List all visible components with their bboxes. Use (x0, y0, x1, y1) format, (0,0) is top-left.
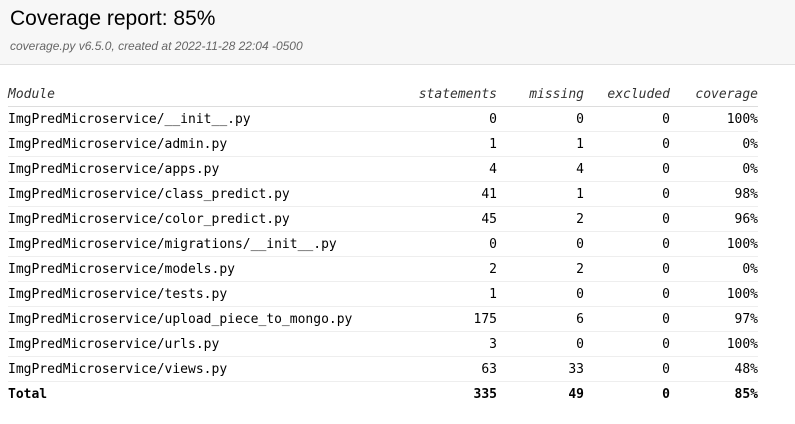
total-missing: 49 (497, 381, 584, 406)
missing-cell: 6 (497, 306, 584, 332)
excluded-cell: 0 (584, 356, 670, 382)
excluded-cell: 0 (584, 181, 670, 207)
excluded-cell: 0 (584, 306, 670, 332)
table-row[interactable]: ImgPredMicroservice/admin.py 1 1 0 0% (8, 131, 758, 157)
module-link[interactable]: ImgPredMicroservice/models.py (8, 256, 408, 282)
statements-cell: 45 (408, 206, 497, 232)
total-label: Total (8, 381, 408, 406)
coverage-cell: 100% (670, 231, 758, 257)
module-link[interactable]: ImgPredMicroservice/migrations/__init__.… (8, 231, 408, 257)
excluded-cell: 0 (584, 106, 670, 132)
table-row[interactable]: ImgPredMicroservice/urls.py 3 0 0 100% (8, 331, 758, 357)
coverage-cell: 0% (670, 256, 758, 282)
column-header-excluded[interactable]: excluded (584, 82, 670, 107)
statements-cell: 1 (408, 131, 497, 157)
column-header-coverage[interactable]: coverage (670, 82, 758, 107)
statements-cell: 2 (408, 256, 497, 282)
module-link[interactable]: ImgPredMicroservice/urls.py (8, 331, 408, 357)
module-link[interactable]: ImgPredMicroservice/views.py (8, 356, 408, 382)
coverage-cell: 0% (670, 156, 758, 182)
coverage-cell: 100% (670, 281, 758, 307)
module-link[interactable]: ImgPredMicroservice/class_predict.py (8, 181, 408, 207)
table-header: Module statements missing excluded cover… (8, 82, 758, 107)
excluded-cell: 0 (584, 256, 670, 282)
coverage-table: Module statements missing excluded cover… (8, 82, 758, 406)
module-link[interactable]: ImgPredMicroservice/apps.py (8, 156, 408, 182)
coverage-cell: 97% (670, 306, 758, 332)
table-row[interactable]: ImgPredMicroservice/views.py 63 33 0 48% (8, 356, 758, 382)
table-row[interactable]: ImgPredMicroservice/__init__.py 0 0 0 100% (8, 106, 758, 132)
coverage-cell: 96% (670, 206, 758, 232)
missing-cell: 2 (497, 206, 584, 232)
coverage-index: Module statements missing excluded cover… (0, 65, 795, 406)
missing-cell: 0 (497, 281, 584, 307)
missing-cell: 1 (497, 131, 584, 157)
missing-cell: 33 (497, 356, 584, 382)
table-row[interactable]: ImgPredMicroservice/upload_piece_to_mong… (8, 306, 758, 332)
total-statements: 335 (408, 381, 497, 406)
table-row[interactable]: ImgPredMicroservice/class_predict.py 41 1 0… (8, 181, 758, 207)
missing-cell: 2 (497, 256, 584, 282)
module-link[interactable]: ImgPredMicroservice/admin.py (8, 131, 408, 157)
table-row[interactable]: ImgPredMicroservice/models.py 2 2 0 0% (8, 256, 758, 282)
column-header-missing[interactable]: missing (497, 82, 584, 107)
statements-cell: 63 (408, 356, 497, 382)
total-row: Total 335 49 0 85% (8, 381, 758, 406)
missing-cell: 0 (497, 106, 584, 132)
excluded-cell: 0 (584, 231, 670, 257)
header-row: Module statements missing excluded cover… (8, 82, 758, 107)
coverage-cell: 100% (670, 331, 758, 357)
missing-cell: 1 (497, 181, 584, 207)
page-title: Coverage report: 85% (10, 7, 216, 30)
table-footer: Total 335 49 0 85% (8, 381, 758, 406)
table-row[interactable]: ImgPredMicroservice/tests.py 1 0 0 100% (8, 281, 758, 307)
missing-cell: 0 (497, 231, 584, 257)
table-row[interactable]: ImgPredMicroservice/migrations/__init__.… (8, 231, 758, 257)
missing-cell: 0 (497, 331, 584, 357)
module-link[interactable]: ImgPredMicroservice/__init__.py (8, 106, 408, 132)
missing-cell: 4 (497, 156, 584, 182)
excluded-cell: 0 (584, 281, 670, 307)
module-link[interactable]: ImgPredMicroservice/color_predict.py (8, 206, 408, 232)
report-meta: coverage.py v6.5.0, created at 2022-11-2… (10, 39, 303, 53)
table-row[interactable]: ImgPredMicroservice/color_predict.py 45 2 0… (8, 206, 758, 232)
total-excluded: 0 (584, 381, 670, 406)
statements-cell: 0 (408, 106, 497, 132)
coverage-cell: 0% (670, 131, 758, 157)
excluded-cell: 0 (584, 206, 670, 232)
table-row[interactable]: ImgPredMicroservice/apps.py 4 4 0 0% (8, 156, 758, 182)
statements-cell: 41 (408, 181, 497, 207)
coverage-cell: 48% (670, 356, 758, 382)
column-header-module[interactable]: Module (8, 82, 408, 107)
statements-cell: 0 (408, 231, 497, 257)
excluded-cell: 0 (584, 131, 670, 157)
module-link[interactable]: ImgPredMicroservice/tests.py (8, 281, 408, 307)
statements-cell: 3 (408, 331, 497, 357)
statements-cell: 175 (408, 306, 497, 332)
excluded-cell: 0 (584, 331, 670, 357)
report-header: Coverage report: 85% coverage.py v6.5.0,… (0, 0, 795, 65)
statements-cell: 4 (408, 156, 497, 182)
column-header-statements[interactable]: statements (408, 82, 497, 107)
module-link[interactable]: ImgPredMicroservice/upload_piece_to_mong… (8, 306, 408, 332)
table-body: ImgPredMicroservice/__init__.py 0 0 0 100% Im… (8, 106, 758, 382)
excluded-cell: 0 (584, 156, 670, 182)
total-coverage: 85% (670, 381, 758, 406)
coverage-cell: 98% (670, 181, 758, 207)
statements-cell: 1 (408, 281, 497, 307)
coverage-cell: 100% (670, 106, 758, 132)
